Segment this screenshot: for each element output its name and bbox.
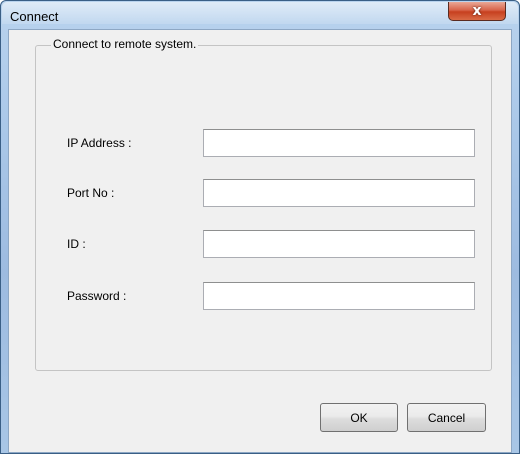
- close-icon: x: [472, 3, 482, 19]
- connect-groupbox: [35, 45, 492, 371]
- groupbox-label: Connect to remote system.: [51, 37, 199, 51]
- ip-address-input[interactable]: [203, 129, 475, 157]
- port-no-label: Port No :: [67, 186, 115, 200]
- id-input[interactable]: [203, 230, 475, 258]
- password-input[interactable]: [203, 282, 475, 310]
- title-bar[interactable]: Connect x: [1, 1, 519, 29]
- ok-button[interactable]: OK: [320, 403, 398, 432]
- id-label: ID :: [67, 237, 86, 251]
- window-title: Connect: [10, 9, 59, 24]
- password-label: Password :: [67, 289, 127, 303]
- close-button[interactable]: x: [448, 2, 506, 21]
- connect-dialog-window: Connect x Connect to remote system. IP A…: [0, 0, 520, 454]
- port-no-input[interactable]: [203, 179, 475, 207]
- ip-address-label: IP Address :: [67, 136, 132, 150]
- cancel-button[interactable]: Cancel: [407, 403, 486, 432]
